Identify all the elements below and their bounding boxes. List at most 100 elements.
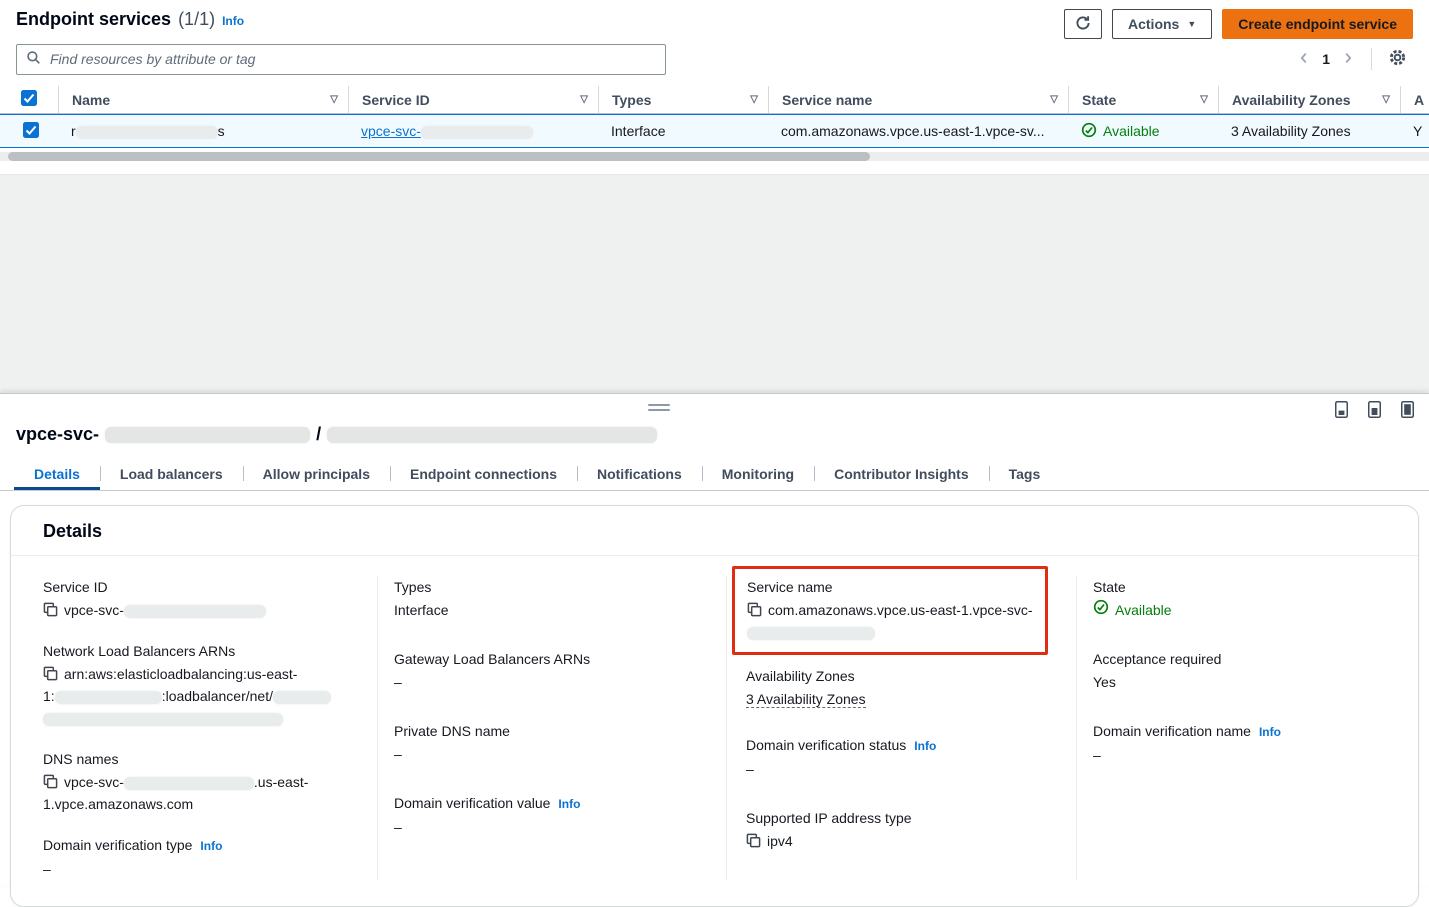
column-header-types[interactable]: Types ▽	[598, 86, 768, 113]
filter-icon[interactable]: ▽	[580, 94, 588, 105]
search-box[interactable]	[16, 44, 666, 75]
cell-service-name: com.amazonaws.vpce.us-east-1.vpce-sv...	[768, 123, 1068, 139]
redacted-text	[43, 713, 283, 726]
copy-icon[interactable]	[43, 774, 64, 792]
info-link[interactable]: Info	[914, 735, 936, 757]
redacted-text	[124, 605, 266, 618]
divider	[1371, 48, 1372, 70]
cell-service-id: vpce-svc-	[348, 123, 598, 139]
field-types: Types Interface	[394, 576, 710, 621]
details-column-4: State Available Acceptance required Yes	[1077, 576, 1418, 880]
redacted-text	[55, 691, 162, 704]
refresh-icon	[1075, 15, 1091, 34]
copy-icon[interactable]	[747, 602, 768, 620]
info-link[interactable]: Info	[558, 793, 580, 815]
horizontal-scrollbar[interactable]	[0, 152, 1429, 161]
tab-allow-principals[interactable]: Allow principals	[243, 457, 390, 490]
service-id-link[interactable]: vpce-svc-	[361, 123, 533, 139]
search-input[interactable]	[48, 50, 656, 68]
tab-details[interactable]: Details	[14, 457, 100, 490]
chevron-right-icon	[1341, 51, 1355, 68]
select-all-checkbox[interactable]	[21, 90, 37, 109]
service-name-highlight-box: Service name com.amazonaws.vpce.us-east-…	[732, 566, 1048, 655]
filter-icon[interactable]: ▽	[330, 94, 338, 105]
refresh-button[interactable]	[1064, 9, 1102, 39]
copy-icon[interactable]	[43, 602, 64, 620]
field-service-id: Service ID vpce-svc-	[43, 576, 361, 621]
info-link[interactable]: Info	[200, 835, 222, 857]
field-domain-verification-name: Domain verification name Info –	[1093, 720, 1402, 766]
status-badge: Available	[1081, 122, 1160, 141]
field-service-name: Service name com.amazonaws.vpce.us-east-…	[747, 576, 1033, 643]
field-dns-names: DNS names vpce-svc-.us-east- 1.vpce.amaz…	[43, 748, 361, 815]
filter-icon[interactable]: ▽	[1050, 94, 1058, 105]
page-header: Endpoint services (1/1) Info Actions ▼ C…	[0, 0, 1429, 44]
redacted-text	[124, 777, 254, 790]
details-column-2: Types Interface Gateway Load Balancers A…	[378, 576, 727, 880]
chevron-down-icon: ▼	[1187, 19, 1196, 29]
availability-zones-link[interactable]: 3 Availability Zones	[1231, 123, 1351, 139]
table-row: rs vpce-svc- Interface com.amazonaws.vpc…	[0, 114, 1429, 148]
redacted-text	[747, 627, 875, 640]
status-badge: Available	[1093, 599, 1172, 621]
actions-button[interactable]: Actions ▼	[1112, 9, 1212, 39]
table-bottom-padding	[0, 161, 1429, 174]
previous-page-button[interactable]	[1291, 49, 1317, 70]
check-circle-icon	[1081, 122, 1097, 141]
cell-acceptance: Y	[1400, 123, 1429, 139]
tab-tags[interactable]: Tags	[989, 457, 1061, 490]
tab-endpoint-connections[interactable]: Endpoint connections	[390, 457, 577, 490]
copy-icon[interactable]	[746, 833, 767, 851]
cell-state: Available	[1068, 122, 1218, 141]
current-page-number: 1	[1317, 51, 1335, 67]
field-supported-ip: Supported IP address type ipv4	[746, 807, 1060, 852]
column-header-service-id[interactable]: Service ID ▽	[348, 86, 598, 113]
panel-tabs: Details Load balancers Allow principals …	[0, 457, 1429, 491]
tab-contributor-insights[interactable]: Contributor Insights	[814, 457, 989, 490]
table-header-row: Name ▽ Service ID ▽ Types ▽ Service name…	[0, 86, 1429, 114]
column-header-service-name[interactable]: Service name ▽	[768, 86, 1068, 113]
copy-icon[interactable]	[43, 666, 64, 684]
panel-size-large-button[interactable]	[1401, 401, 1414, 418]
redacted-text	[273, 691, 331, 704]
scrollbar-thumb[interactable]	[8, 152, 870, 161]
page-background-gap	[0, 174, 1429, 393]
resource-count: (1/1)	[178, 9, 215, 30]
redacted-text	[421, 126, 533, 139]
panel-size-medium-button[interactable]	[1368, 401, 1381, 418]
field-state: State Available	[1093, 576, 1402, 621]
tab-monitoring[interactable]: Monitoring	[702, 457, 814, 490]
search-icon	[26, 50, 41, 68]
details-heading: Details	[11, 506, 1418, 556]
check-circle-icon	[1093, 599, 1109, 621]
filter-icon[interactable]: ▽	[1382, 94, 1390, 105]
create-endpoint-service-button[interactable]: Create endpoint service	[1222, 9, 1413, 39]
endpoint-services-table: Name ▽ Service ID ▽ Types ▽ Service name…	[0, 86, 1429, 174]
next-page-button[interactable]	[1335, 49, 1361, 70]
details-card: Details Service ID vpce-svc- Network Loa…	[10, 505, 1419, 907]
panel-resize-handle[interactable]	[648, 404, 670, 414]
field-domain-verification-type: Domain verification type Info –	[43, 834, 361, 880]
row-checkbox[interactable]	[23, 122, 39, 141]
page-title: Endpoint services	[16, 9, 171, 30]
column-header-state[interactable]: State ▽	[1068, 86, 1218, 113]
column-header-acceptance[interactable]: A	[1400, 86, 1429, 113]
info-link[interactable]: Info	[1259, 721, 1281, 743]
redacted-text	[327, 427, 657, 443]
redacted-text	[76, 126, 218, 139]
field-gwlb-arns: Gateway Load Balancers ARNs –	[394, 648, 710, 693]
panel-size-small-button[interactable]	[1335, 401, 1348, 418]
pagination: 1	[1291, 46, 1413, 72]
endpoint-services-list-section: Endpoint services (1/1) Info Actions ▼ C…	[0, 0, 1429, 174]
column-header-name[interactable]: Name ▽	[58, 86, 348, 113]
cell-availability-zones: 3 Availability Zones	[1218, 123, 1400, 139]
header-info-link[interactable]: Info	[222, 14, 244, 28]
field-domain-verification-value: Domain verification value Info –	[394, 792, 710, 838]
column-header-availability-zones[interactable]: Availability Zones ▽	[1218, 86, 1400, 113]
tab-notifications[interactable]: Notifications	[577, 457, 702, 490]
tab-load-balancers[interactable]: Load balancers	[100, 457, 243, 490]
filter-icon[interactable]: ▽	[1200, 94, 1208, 105]
availability-zones-link[interactable]: 3 Availability Zones	[746, 691, 866, 708]
filter-icon[interactable]: ▽	[750, 94, 758, 105]
preferences-button[interactable]	[1382, 46, 1413, 72]
